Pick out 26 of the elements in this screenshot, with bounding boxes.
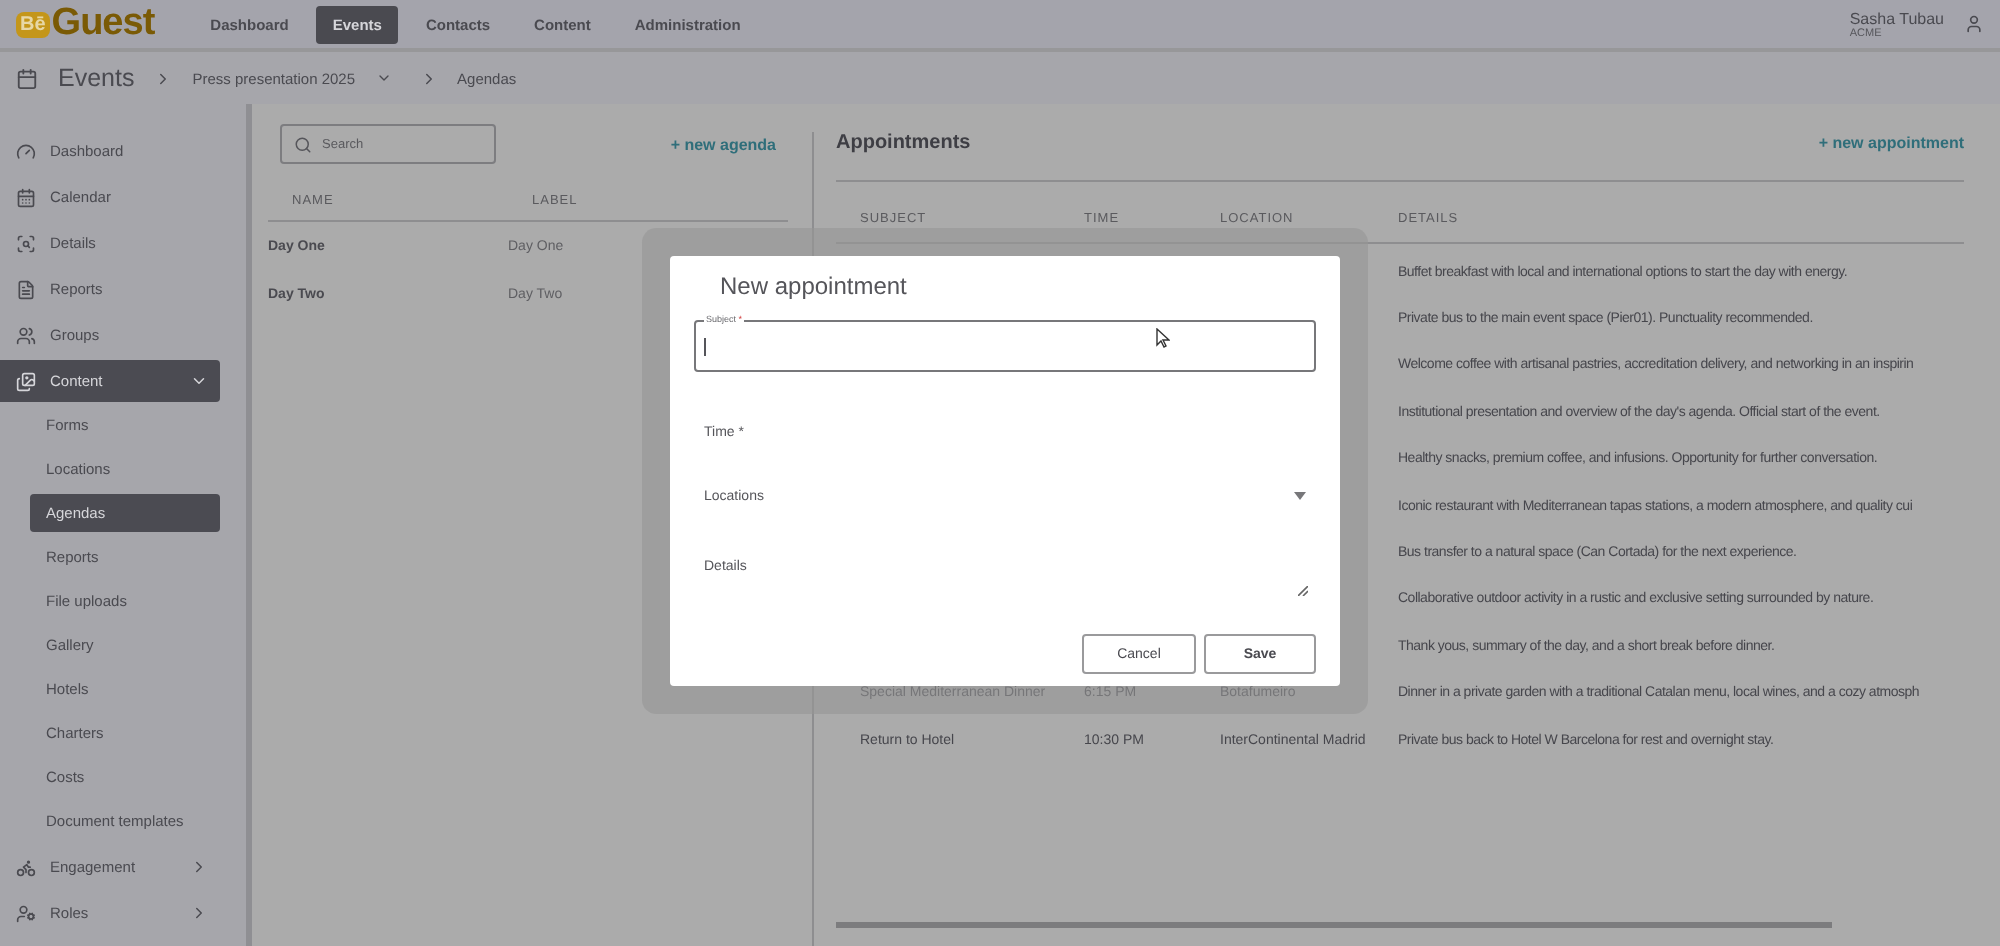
resize-handle-icon[interactable]	[1298, 586, 1308, 596]
search-icon	[16, 233, 36, 253]
breadcrumb-link[interactable]: Events	[58, 64, 135, 92]
new-appointment-link[interactable]: + new appointment	[1818, 133, 1964, 151]
cursor-icon	[1156, 328, 1170, 348]
dropdown-icon	[1294, 492, 1306, 500]
gauge-icon	[16, 141, 36, 161]
search-icon	[294, 135, 312, 153]
chevron-right-icon	[190, 858, 208, 876]
chevron-right-icon	[190, 904, 208, 922]
new-agenda-link[interactable]: + new agenda	[670, 135, 776, 153]
calendar-icon	[16, 187, 36, 207]
bicycle-icon	[16, 857, 36, 877]
chevron-down-icon[interactable]	[375, 70, 392, 86]
user-gear-icon	[16, 903, 36, 923]
logo: Bē Guest	[16, 2, 155, 46]
user-icon[interactable]	[1964, 14, 1984, 34]
images-icon	[16, 371, 36, 391]
calendar-icon	[16, 67, 38, 89]
chevron-down-icon	[190, 372, 208, 390]
section-title: Appointments	[836, 131, 971, 153]
users-icon	[16, 325, 36, 345]
document-icon	[16, 279, 36, 299]
dialog-title: New appointment	[720, 272, 909, 300]
scrollbar[interactable]	[836, 922, 1832, 928]
user-name: Sasha Tubau	[1849, 9, 1944, 27]
